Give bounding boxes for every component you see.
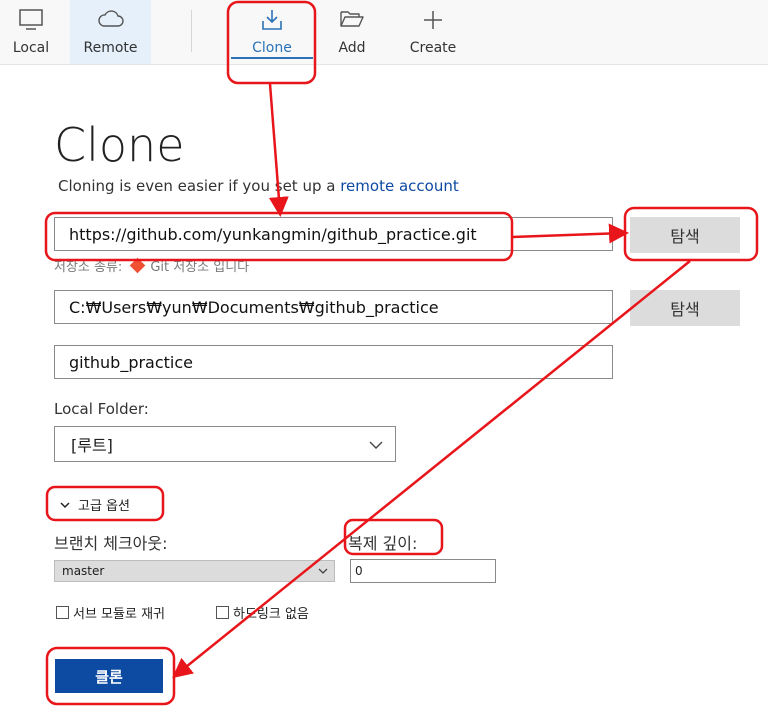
- chevron-down-icon: [369, 441, 383, 449]
- checkbox-box: [56, 606, 69, 619]
- recurse-submodules-label: 서브 모듈로 재귀: [73, 607, 165, 622]
- browse-url-button[interactable]: 탐색: [630, 217, 740, 253]
- local-folder-label: Local Folder:: [54, 400, 149, 418]
- local-folder-value: [루트]: [71, 436, 113, 455]
- clone-depth-value: 0: [355, 564, 363, 578]
- subtitle-text: Cloning is even easier if you set up a: [58, 177, 341, 195]
- recurse-submodules-checkbox[interactable]: 서브 모듈로 재귀: [56, 603, 165, 622]
- page-subtitle: Cloning is even easier if you set up a r…: [58, 177, 459, 195]
- advanced-options-toggle[interactable]: 고급 옵션: [60, 495, 130, 514]
- destination-path-value: C:₩Users₩yun₩Documents₩github_practice: [69, 297, 439, 317]
- toolbar-add-label: Add: [338, 40, 366, 56]
- destination-path-input[interactable]: C:₩Users₩yun₩Documents₩github_practice: [54, 290, 613, 324]
- source-url-input[interactable]: https://github.com/yunkangmin/github_pra…: [54, 217, 613, 251]
- git-logo-icon: [130, 257, 146, 274]
- repo-type-label: 저장소 종류:: [54, 260, 123, 275]
- clone-button[interactable]: 클론: [55, 659, 163, 693]
- toolbar-clone-label: Clone: [252, 40, 292, 56]
- repo-name-input[interactable]: github_practice: [54, 345, 613, 379]
- active-tab-indicator: [231, 57, 313, 59]
- toolbar-local-label: Local: [12, 40, 50, 56]
- monitor-icon: [19, 9, 43, 30]
- toolbar-create-label: Create: [409, 40, 457, 56]
- repo-type-hint: 저장소 종류: Git 저장소 입니다: [54, 256, 249, 275]
- clone-depth-label: 복제 깊이:: [348, 534, 418, 553]
- download-icon: [262, 10, 282, 30]
- clone-depth-input[interactable]: 0: [350, 559, 496, 583]
- branch-select[interactable]: master: [54, 560, 335, 582]
- folder-open-icon: [340, 11, 364, 27]
- advanced-options-label: 고급 옵션: [78, 499, 130, 514]
- toolbar-divider: [191, 10, 192, 52]
- branch-checkout-label: 브랜치 체크아웃:: [54, 534, 168, 553]
- repo-type-value: Git 저장소 입니다: [150, 260, 250, 275]
- branch-value: master: [62, 564, 105, 578]
- no-hardlinks-checkbox[interactable]: 하드링크 없음: [216, 603, 309, 622]
- browse-path-button[interactable]: 탐색: [630, 290, 740, 326]
- toolbar-create-button[interactable]: Create: [396, 0, 470, 64]
- toolbar-remote-button[interactable]: Remote: [70, 0, 151, 64]
- toolbar-remote-label: Remote: [83, 40, 138, 56]
- page-title: Clone: [54, 118, 185, 172]
- checkbox-box: [216, 606, 229, 619]
- toolbar-add-button[interactable]: Add: [318, 0, 386, 64]
- cloud-icon: [98, 10, 124, 27]
- plus-icon: [424, 11, 442, 29]
- toolbar-clone-button[interactable]: Clone: [231, 0, 313, 64]
- no-hardlinks-label: 하드링크 없음: [233, 607, 309, 622]
- repo-name-value: github_practice: [69, 352, 194, 372]
- toolbar: Local Remote Clone Add Create: [0, 0, 768, 65]
- chevron-down-icon: [318, 568, 328, 574]
- remote-account-link[interactable]: remote account: [340, 177, 459, 195]
- source-url-value: https://github.com/yunkangmin/github_pra…: [69, 224, 477, 244]
- chevron-down-icon: [60, 501, 70, 508]
- local-folder-select[interactable]: [루트]: [54, 426, 396, 462]
- toolbar-local-button[interactable]: Local: [0, 0, 62, 64]
